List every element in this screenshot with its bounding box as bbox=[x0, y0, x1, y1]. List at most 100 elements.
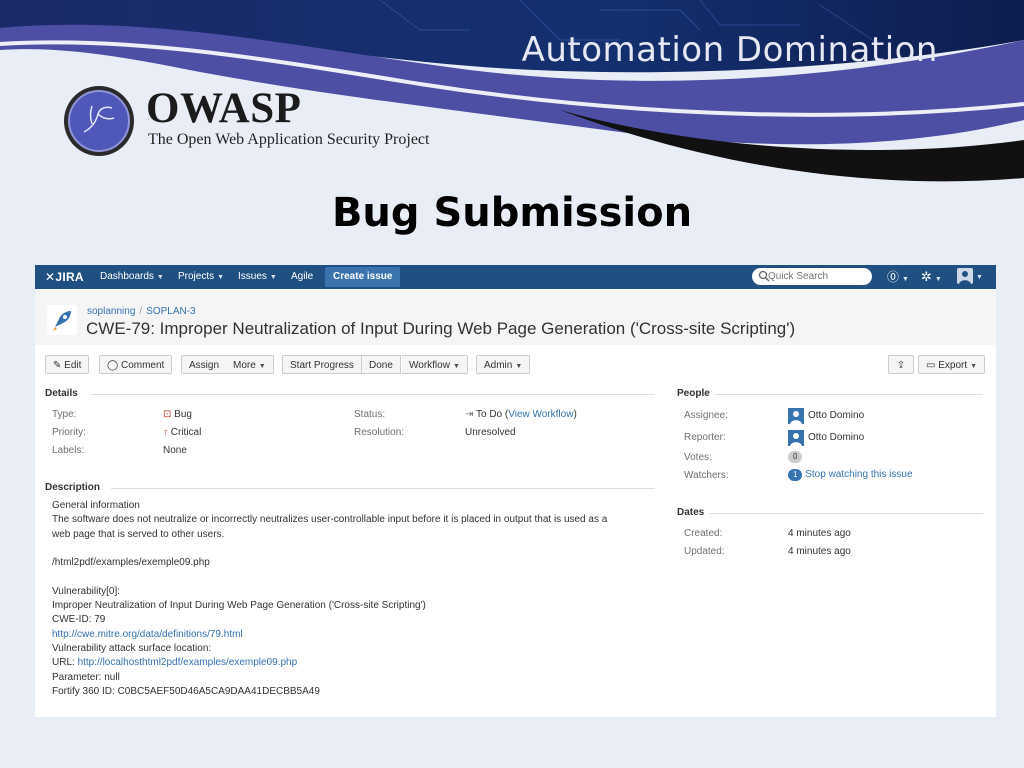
issue-summary: CWE-79: Improper Neutralization of Input… bbox=[86, 319, 796, 338]
chevron-down-icon: ▼ bbox=[515, 363, 523, 370]
help-icon: ⓪ bbox=[887, 270, 900, 284]
bug-icon: ⊡ bbox=[163, 409, 172, 420]
chevron-down-icon: ▼ bbox=[258, 363, 266, 370]
description-divider bbox=[111, 488, 655, 489]
dates-heading: Dates bbox=[677, 507, 705, 518]
rocket-icon bbox=[47, 305, 77, 335]
watchers-label: Watchers: bbox=[684, 470, 729, 481]
nav-issues[interactable]: Issues ▼ bbox=[238, 265, 277, 289]
description-link[interactable]: http://cwe.mitre.org/data/definitions/79… bbox=[52, 629, 243, 640]
user-icon bbox=[790, 433, 802, 446]
org-name: OWASP bbox=[146, 85, 302, 132]
start-progress-button[interactable]: Start Progress bbox=[282, 355, 362, 374]
user-menu[interactable]: ▼ bbox=[957, 265, 983, 289]
watchers-value: 1 Stop watching this issue bbox=[788, 469, 913, 481]
org-tagline: The Open Web Application Security Projec… bbox=[148, 131, 430, 148]
settings-menu[interactable]: ✲ ▼ bbox=[921, 265, 942, 289]
updated-label: Updated: bbox=[684, 546, 725, 557]
chevron-down-icon: ▼ bbox=[269, 274, 277, 281]
done-button[interactable]: Done bbox=[362, 355, 401, 374]
people-divider bbox=[715, 394, 983, 395]
created-label: Created: bbox=[684, 528, 723, 539]
labels-label: Labels: bbox=[52, 445, 85, 456]
votes-label: Votes: bbox=[684, 452, 712, 463]
help-menu[interactable]: ⓪ ▼ bbox=[887, 265, 909, 289]
edit-button[interactable]: ✎ Edit bbox=[45, 355, 90, 374]
priority-label: Priority: bbox=[52, 427, 86, 438]
monitor-icon: ▭ bbox=[926, 360, 936, 371]
chevron-down-icon: ▼ bbox=[452, 363, 460, 370]
reporter-label: Reporter: bbox=[684, 432, 726, 443]
view-workflow-link[interactable]: View Workflow bbox=[508, 409, 573, 420]
description-line: General information bbox=[52, 500, 140, 511]
assignee-label: Assignee: bbox=[684, 410, 728, 421]
priority-value: ↑ Critical bbox=[163, 427, 202, 438]
stop-watching-link[interactable]: Stop watching this issue bbox=[805, 469, 912, 480]
workflow-button[interactable]: Workflow ▼ bbox=[402, 355, 468, 374]
breadcrumb: soplanning / SOPLAN-3 bbox=[87, 306, 196, 317]
description-line[interactable]: http://cwe.mitre.org/data/definitions/79… bbox=[52, 629, 243, 640]
description-line: Improper Neutralization of Input During … bbox=[52, 600, 426, 612]
nav-agile[interactable]: Agile bbox=[291, 265, 313, 289]
comment-icon: ◯ bbox=[107, 360, 119, 371]
jira-logo[interactable]: ✕JIRA bbox=[45, 265, 84, 289]
nav-projects[interactable]: Projects ▼ bbox=[178, 265, 224, 289]
description-line: Vulnerability attack surface location: bbox=[52, 643, 212, 654]
status-label: Status: bbox=[354, 409, 386, 420]
admin-button[interactable]: Admin ▼ bbox=[476, 355, 531, 374]
comment-button[interactable]: ◯ Comment bbox=[99, 355, 173, 374]
chevron-down-icon: ▼ bbox=[217, 274, 225, 281]
assign-button[interactable]: Assign bbox=[181, 355, 228, 374]
resolution-value: Unresolved bbox=[465, 427, 516, 438]
description-line: Vulnerability[0]: bbox=[52, 585, 120, 597]
reporter-value[interactable]: Otto Domino bbox=[808, 432, 864, 443]
description-line: Fortify 360 ID: C0BC5AEF50D46A5CA9DAA41D… bbox=[52, 685, 320, 697]
description-line[interactable]: URL: http://localhosthtml2pdf/examples/e… bbox=[52, 657, 297, 668]
chevron-down-icon: ▼ bbox=[976, 274, 983, 281]
share-button[interactable]: ⇪ bbox=[888, 355, 914, 374]
assignee-avatar bbox=[788, 408, 804, 424]
more-button[interactable]: More ▼ bbox=[226, 355, 274, 374]
breadcrumb-project-link[interactable]: soplanning bbox=[87, 306, 135, 317]
slide-title: Bug Submission bbox=[331, 190, 693, 236]
owasp-logo bbox=[64, 86, 134, 156]
jira-issue-screenshot: ✕JIRA Dashboards ▼ Projects ▼ Issues ▼ Agil… bbox=[35, 265, 996, 717]
reporter-avatar bbox=[788, 430, 804, 446]
votes-value[interactable]: 0 bbox=[788, 451, 803, 463]
description-line: /html2pdf/examples/exemple09.php bbox=[52, 557, 210, 569]
export-button[interactable]: ▭ Export ▼ bbox=[918, 355, 986, 374]
details-heading: Details bbox=[45, 388, 78, 399]
description-line: The software does not neutralize or inco… bbox=[52, 514, 608, 526]
created-value: 4 minutes ago bbox=[788, 528, 851, 539]
description-link[interactable]: http://localhosthtml2pdf/examples/exempl… bbox=[78, 657, 298, 668]
chevron-down-icon: ▼ bbox=[934, 276, 942, 283]
description-line: CWE-ID: 79 bbox=[52, 614, 106, 626]
chevron-down-icon: ▼ bbox=[902, 276, 909, 283]
watchers-count-badge: 1 bbox=[788, 469, 803, 481]
workflow-icon: ⇥ bbox=[465, 409, 474, 420]
priority-up-arrow-icon: ↑ bbox=[163, 427, 168, 438]
status-value: ⇥ To Do (View Workflow) bbox=[465, 409, 577, 420]
pencil-icon: ✎ bbox=[53, 360, 62, 371]
create-issue-button[interactable]: Create issue bbox=[325, 267, 401, 287]
chevron-down-icon: ▼ bbox=[156, 274, 164, 281]
user-icon bbox=[957, 268, 973, 285]
nav-dashboards[interactable]: Dashboards ▼ bbox=[100, 265, 164, 289]
user-icon bbox=[790, 411, 802, 424]
description-line: Parameter: null bbox=[52, 671, 120, 683]
gear-icon: ✲ bbox=[921, 269, 932, 284]
dates-divider bbox=[709, 513, 983, 514]
deck-title: Automation Domination bbox=[521, 30, 938, 70]
chevron-down-icon: ▼ bbox=[970, 363, 978, 370]
description-heading: Description bbox=[45, 482, 101, 493]
quick-search-input[interactable] bbox=[752, 268, 872, 285]
breadcrumb-issue-key-link[interactable]: SOPLAN-3 bbox=[146, 306, 195, 317]
assignee-value[interactable]: Otto Domino bbox=[808, 410, 864, 421]
resolution-label: Resolution: bbox=[354, 427, 405, 438]
type-value: ⊡ Bug bbox=[163, 409, 192, 420]
jira-logo-icon: ✕ bbox=[45, 270, 56, 284]
description-line: web page that is served to other users. bbox=[52, 528, 225, 540]
top-navigation: ✕JIRA Dashboards ▼ Projects ▼ Issues ▼ Agil… bbox=[35, 265, 996, 289]
updated-value: 4 minutes ago bbox=[788, 546, 851, 557]
search-icon bbox=[758, 270, 770, 282]
